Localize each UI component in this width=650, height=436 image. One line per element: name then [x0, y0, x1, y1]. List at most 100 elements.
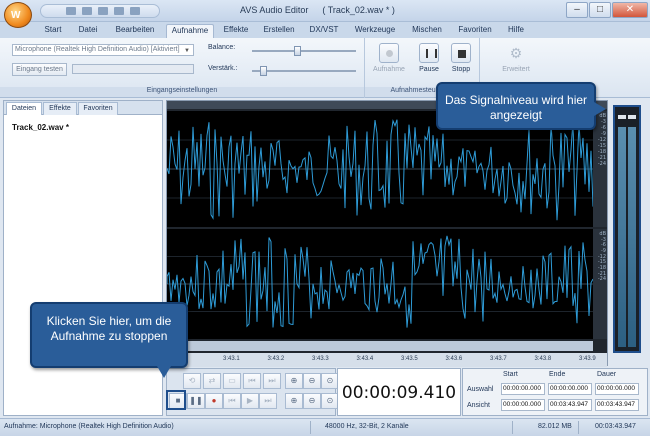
save-icon[interactable] [98, 7, 108, 15]
status-bar: Aufnahme: Microphone (Realtek High Defin… [0, 418, 650, 436]
undo-icon[interactable] [114, 7, 124, 15]
balance-slider-thumb[interactable] [294, 46, 301, 56]
record-transport-button[interactable]: ● [205, 393, 223, 409]
title-bar: W AVS Audio Editor ( Track_02.wav * ) – □… [0, 0, 650, 28]
selection-duration-field[interactable]: 00:00:00.000 [595, 383, 639, 395]
stop-icon [451, 43, 471, 63]
tab-bearbeiten[interactable]: Bearbeiten [110, 24, 160, 38]
waveform-path [166, 235, 594, 328]
horizontal-scrollbar[interactable] [167, 341, 593, 351]
pause-transport-button[interactable]: ❚❚ [187, 393, 205, 409]
status-recording: Aufnahme: Microphone (Realtek High Defin… [4, 423, 174, 430]
status-divider [310, 421, 311, 434]
timeline-tick-label: 3:43.4 [356, 356, 374, 362]
gain-label: Verstärk.: [208, 65, 238, 72]
selection-end-field[interactable]: 00:00:00.000 [548, 383, 592, 395]
app-logo-icon: W [11, 10, 21, 21]
zoom-in-icon[interactable]: ⊕ [285, 373, 303, 389]
previous-icon[interactable]: ⏮ [223, 393, 241, 409]
file-item[interactable]: Track_02.wav * [12, 123, 69, 132]
status-size: 82.012 MB [538, 423, 572, 430]
waveform-area[interactable]: dB -3 -6 -9 -12 -15 -18 -21 -24 dB -3 -6 -9 -12 -15 -1… [166, 100, 608, 367]
callout-level-meter: Das Signalniveau wird hier angezeigt [436, 82, 606, 130]
timeline-ruler: 3:43.1 3:43.2 3:43.3 3:43.4 3:43.5 3:43.6 3:43… [167, 353, 607, 367]
fast-forward-end-icon[interactable]: ⏭ [263, 373, 281, 389]
loop-icon[interactable]: ⟲ [183, 373, 201, 389]
close-button[interactable]: ✕ [612, 2, 648, 18]
stop-button-highlight [166, 390, 186, 410]
selection-start-field[interactable]: 00:00:00.000 [501, 383, 545, 395]
db-scale-right: dB -3 -6 -9 -12 -15 -18 -21 -24 [593, 229, 607, 339]
zoom-out-icon[interactable]: ⊖ [303, 373, 321, 389]
advanced-button[interactable]: ⚙ Erweitert [494, 43, 538, 73]
view-start-field[interactable]: 00:00:00.000 [501, 399, 545, 411]
row-label-selection: Auswahl [467, 386, 494, 393]
input-settings-group: Microphone (Realtek High Definition Audi… [0, 38, 365, 98]
next-icon[interactable]: ⏭ [259, 393, 277, 409]
app-menu-button[interactable]: W [4, 2, 32, 28]
view-duration-field[interactable]: 00:03:43.947 [595, 399, 639, 411]
status-divider [512, 421, 513, 434]
header-start: Start [503, 371, 518, 378]
tab-hilfe[interactable]: Hilfe [502, 24, 530, 38]
waveform-right-svg [166, 235, 594, 328]
timeline-tick-label: 3:43.5 [401, 356, 418, 362]
advanced-label: Erweitert [502, 66, 530, 73]
tab-effekte[interactable]: Effekte [219, 24, 253, 38]
tab-start[interactable]: Start [38, 24, 68, 38]
tab-datei[interactable]: Datei [72, 24, 104, 38]
status-divider [578, 421, 579, 434]
status-format: 48000 Hz, 32-Bit, 2 Kanäle [325, 423, 409, 430]
play-icon[interactable]: ▶ [241, 393, 259, 409]
ribbon-tabs: Start Datei Bearbeiten Aufnahme Effekte … [0, 22, 650, 38]
callout-stop-recording: Klicken Sie hier, um die Aufnahme zu sto… [30, 302, 188, 378]
balance-slider[interactable] [252, 46, 356, 56]
quick-access-toolbar [40, 4, 160, 18]
mute-icon[interactable]: ▭ [223, 373, 241, 389]
panel-tab-effects[interactable]: Effekte [43, 102, 77, 115]
tab-aufnahme[interactable]: Aufnahme [166, 24, 214, 38]
tab-werkzeuge[interactable]: Werkzeuge [350, 24, 400, 38]
file-panel: Dateien Effekte Favoriten Track_02.wav * [3, 100, 163, 416]
timeline-tick-label: 3:43.1 [223, 356, 240, 362]
db-scale-left: dB -3 -6 -9 -12 -15 -18 -21 -24 [593, 111, 607, 227]
view-end-field[interactable]: 00:03:43.947 [548, 399, 592, 411]
input-device-select[interactable]: Microphone (Realtek High Definition Audi… [12, 44, 194, 56]
redo-icon[interactable] [130, 7, 140, 15]
repeat-icon[interactable]: ⇄ [203, 373, 221, 389]
zoom-selection-icon[interactable]: ⊕ [285, 393, 303, 409]
gain-slider[interactable] [252, 66, 356, 76]
maximize-button[interactable]: □ [589, 2, 611, 18]
panel-tab-files[interactable]: Dateien [6, 102, 42, 115]
status-length: 00:03:43.947 [595, 423, 636, 430]
test-input-button[interactable]: Eingang testen [12, 63, 67, 76]
input-settings-label: Eingangseinstellungen [0, 87, 364, 97]
chevron-down-icon: ▼ [184, 48, 190, 54]
rewind-start-icon[interactable]: ⏮ [243, 373, 261, 389]
panel-tabs: Dateien Effekte Favoriten [4, 101, 162, 115]
new-icon[interactable] [66, 7, 76, 15]
record-icon [379, 43, 399, 63]
gain-slider-thumb[interactable] [260, 66, 267, 76]
window-title: AVS Audio Editor ( Track_02.wav * ) [240, 5, 395, 15]
tab-favoriten[interactable]: Favoriten [454, 24, 496, 38]
peak-indicator-left [618, 115, 626, 119]
timeline-tick-label: 3:43.9 [579, 356, 596, 362]
stop-button[interactable]: Stopp [443, 43, 479, 73]
record-button[interactable]: Aufnahme [371, 43, 407, 73]
input-device-value: Microphone (Realtek High Definition Audi… [15, 46, 180, 53]
pause-icon [419, 43, 439, 63]
timeline-tick-label: 3:43.6 [445, 356, 463, 362]
tab-mischen[interactable]: Mischen [406, 24, 448, 38]
minimize-button[interactable]: – [566, 2, 588, 18]
app-name: AVS Audio Editor [240, 5, 309, 15]
stop-label: Stopp [451, 66, 471, 73]
tab-erstellen[interactable]: Erstellen [258, 24, 300, 38]
open-icon[interactable] [82, 7, 92, 15]
pause-button[interactable]: Pause [411, 43, 447, 73]
time-counter: 00:00:09.410 [337, 368, 461, 416]
panel-tab-favorites[interactable]: Favoriten [78, 102, 118, 115]
zoom-vertical-icon[interactable]: ⊖ [303, 393, 321, 409]
tab-dxvst[interactable]: DX/VST [305, 24, 343, 38]
channel-right[interactable] [166, 229, 594, 339]
